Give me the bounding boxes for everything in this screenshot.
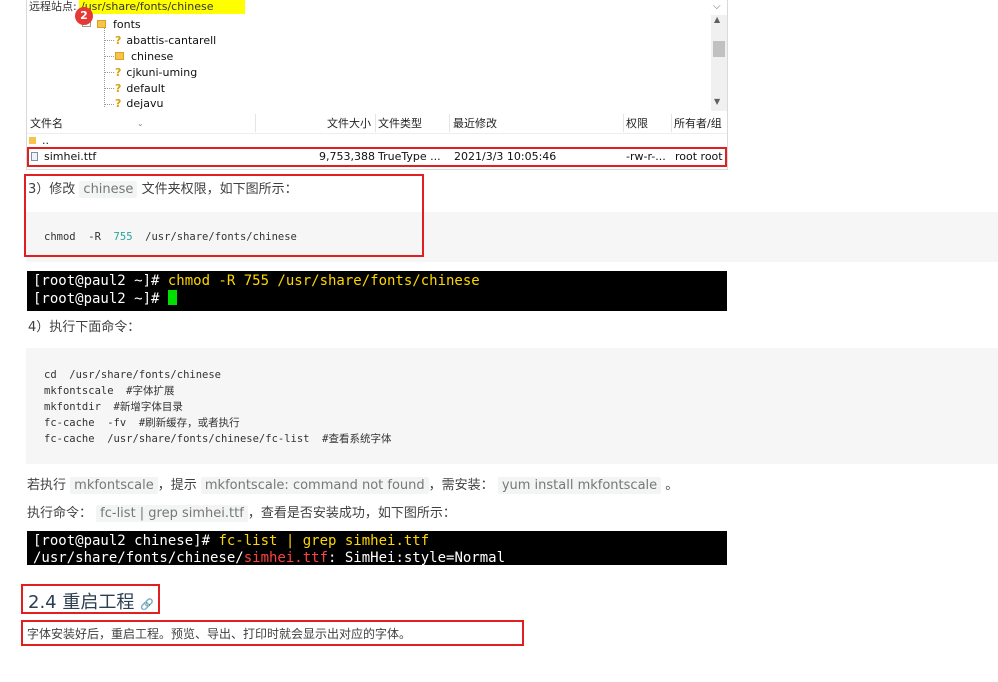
- inline-code: mkfontscale: command not found: [200, 477, 429, 494]
- question-icon: ?: [115, 82, 122, 95]
- terminal-fc-list: [root@paul2 chinese]# fc-list | grep sim…: [27, 531, 727, 566]
- note-fc-list: 执行命令： fc-list | grep simhei.ttf ，查看是否安装成功…: [27, 505, 456, 522]
- column-permissions[interactable]: 权限: [626, 117, 648, 131]
- question-icon: ?: [115, 34, 122, 47]
- highlight-box: [27, 147, 727, 167]
- tree-item-cjkuni-uming[interactable]: ? cjkuni-uming: [115, 65, 197, 80]
- terminal-cursor: [167, 290, 177, 305]
- scroll-down-icon[interactable]: ▼: [714, 97, 720, 106]
- directory-tree: − fonts ?abattis-cantarell chinese ?cjku…: [27, 15, 727, 111]
- tree-item-default[interactable]: ? default: [115, 81, 165, 96]
- tree-scrollbar[interactable]: ▲ ▼: [711, 15, 727, 111]
- folder-icon: [115, 52, 124, 60]
- parent-dir-row[interactable]: ..: [29, 135, 49, 147]
- tree-item-chinese[interactable]: chinese: [115, 49, 173, 64]
- column-modified[interactable]: 最近修改: [453, 117, 497, 131]
- tree-item-dejavu[interactable]: ? dejavu: [115, 96, 163, 111]
- highlight-box: [21, 584, 160, 614]
- inline-code: mkfontscale: [70, 477, 158, 494]
- file-list-header: 文件名 ⌄ 文件大小 文件类型 最近修改 权限 所有者/组: [27, 114, 727, 134]
- column-type[interactable]: 文件类型: [378, 117, 422, 131]
- highlight-box: [21, 620, 524, 646]
- tree-item-abattis-cantarell[interactable]: ? abattis-cantarell: [115, 33, 216, 48]
- column-owner[interactable]: 所有者/组: [674, 117, 722, 131]
- folder-icon: [97, 20, 106, 28]
- highlight-box: [24, 174, 424, 257]
- folder-icon: [29, 137, 36, 144]
- column-size[interactable]: 文件大小: [327, 117, 371, 131]
- scrollbar-thumb[interactable]: [713, 41, 725, 57]
- remote-site-path-input[interactable]: /usr/share/fonts/chinese: [79, 0, 245, 14]
- column-name[interactable]: 文件名: [30, 117, 63, 131]
- chevron-down-icon[interactable]: ⌵: [713, 0, 721, 14]
- terminal-chmod: [root@paul2 ~]# chmod -R 755 /usr/share/…: [27, 271, 727, 311]
- scroll-up-icon[interactable]: ▲: [714, 15, 720, 24]
- remote-file-panel: 远程站点: /usr/share/fonts/chinese ⌵ − fonts…: [26, 0, 728, 170]
- question-icon: ?: [115, 97, 122, 110]
- step-badge: 2: [75, 7, 93, 25]
- sort-chevron-icon: ⌄: [137, 119, 144, 128]
- question-icon: ?: [115, 66, 122, 79]
- inline-code: yum install mkfontscale: [497, 477, 662, 494]
- remote-site-bar: 远程站点: /usr/share/fonts/chinese ⌵: [27, 0, 727, 14]
- remote-site-label: 远程站点:: [29, 0, 77, 13]
- step4-code: cd /usr/share/fonts/chinese mkfontscale #…: [44, 369, 392, 445]
- inline-code: fc-list | grep simhei.ttf: [96, 505, 248, 522]
- tree-item-fonts[interactable]: fonts: [97, 17, 141, 32]
- step4-title: 4）执行下面命令：: [28, 320, 141, 335]
- note-mkfontscale: 若执行 mkfontscale ，提示 mkfontscale: command …: [27, 477, 679, 494]
